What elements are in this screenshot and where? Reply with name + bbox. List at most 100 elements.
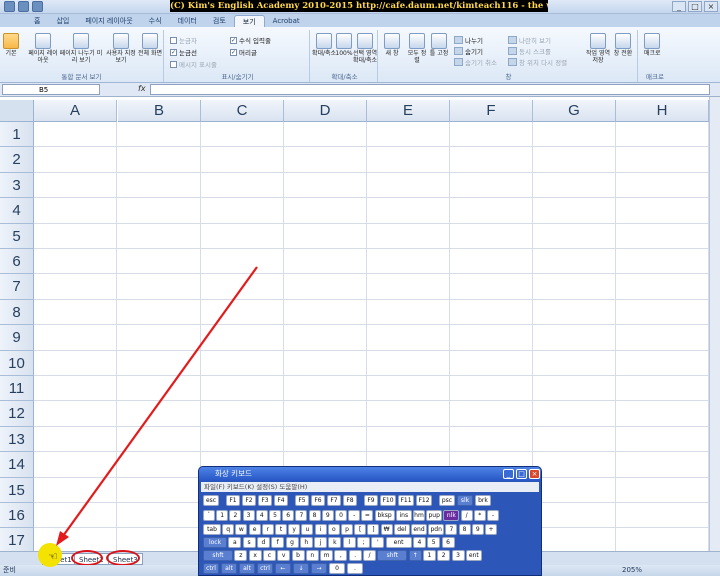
key-2-11[interactable]: [ xyxy=(354,524,367,535)
key-2-18[interactable]: 8 xyxy=(458,524,471,535)
close-button[interactable]: × xyxy=(704,1,718,12)
key-2-13[interactable]: ₩ xyxy=(380,524,393,535)
key-2-6[interactable]: y xyxy=(288,524,301,535)
key-4-10[interactable]: / xyxy=(363,550,376,561)
row-header-15[interactable]: 15 xyxy=(0,477,34,503)
key-2-2[interactable]: w xyxy=(235,524,248,535)
key-5-8[interactable]: . xyxy=(347,563,363,574)
keyboard-close-button[interactable]: × xyxy=(529,469,540,479)
key-1-6[interactable]: 6 xyxy=(282,510,295,521)
key-4-0[interactable]: shft xyxy=(203,550,233,561)
key-4-4[interactable]: v xyxy=(277,550,291,561)
side-by-side-button[interactable]: 나란히 보기 xyxy=(508,35,551,45)
key-1-1[interactable]: 1 xyxy=(216,510,229,521)
key-2-14[interactable]: del xyxy=(393,524,410,535)
key-1-18[interactable]: / xyxy=(460,510,473,521)
key-0-11[interactable]: F11 xyxy=(398,495,414,506)
fx-icon[interactable]: fx xyxy=(138,84,146,93)
key-4-1[interactable]: z xyxy=(234,550,248,561)
key-1-2[interactable]: 2 xyxy=(229,510,242,521)
tab-formulas[interactable]: 수식 xyxy=(141,15,170,27)
key-5-0[interactable]: ctrl xyxy=(203,563,219,574)
key-2-0[interactable]: tab xyxy=(203,524,221,535)
key-3-7[interactable]: j xyxy=(314,537,328,548)
undo-icon[interactable] xyxy=(18,1,29,12)
keyboard-minimize-button[interactable]: _ xyxy=(503,469,514,479)
key-5-2[interactable]: alt xyxy=(239,563,255,574)
key-3-6[interactable]: h xyxy=(299,537,313,548)
key-3-8[interactable]: k xyxy=(328,537,342,548)
formula-bar-checkbox[interactable]: ✓ 수식 입력줄 xyxy=(230,35,271,45)
key-0-4[interactable]: F4 xyxy=(274,495,288,506)
key-4-8[interactable]: , xyxy=(334,550,348,561)
key-1-13[interactable]: bksp xyxy=(374,510,395,521)
key-5-4[interactable]: ← xyxy=(275,563,291,574)
key-3-2[interactable]: s xyxy=(242,537,256,548)
key-1-19[interactable]: * xyxy=(473,510,486,521)
column-header-g[interactable]: G xyxy=(533,100,616,122)
row-header-14[interactable]: 14 xyxy=(0,452,34,478)
normal-view-button[interactable]: 기본 xyxy=(3,33,19,57)
key-3-0[interactable]: lock xyxy=(203,537,227,548)
key-2-20[interactable]: + xyxy=(485,524,497,535)
key-5-5[interactable]: ↓ xyxy=(293,563,309,574)
keyboard-maximize-button[interactable]: □ xyxy=(516,469,527,479)
tab-page-layout[interactable]: 페이지 레이아웃 xyxy=(77,15,140,27)
ruler-checkbox[interactable]: 눈금자 xyxy=(170,35,197,45)
switch-windows-button[interactable]: 창 전환 xyxy=(612,33,634,57)
key-3-12[interactable]: ent xyxy=(385,537,412,548)
key-1-8[interactable]: 8 xyxy=(308,510,321,521)
select-all-corner[interactable] xyxy=(0,100,34,122)
headings-checkbox[interactable]: ✓ 머리글 xyxy=(230,47,257,57)
key-1-4[interactable]: 4 xyxy=(255,510,268,521)
key-4-14[interactable]: 2 xyxy=(437,550,451,561)
reset-window-position-button[interactable]: 창 위치 다시 정렬 xyxy=(508,57,567,67)
page-layout-view-button[interactable]: 페이지 레이아웃 xyxy=(28,33,58,64)
tab-view[interactable]: 보기 xyxy=(233,15,265,27)
tab-acrobat[interactable]: Acrobat xyxy=(265,15,308,27)
key-2-1[interactable]: q xyxy=(222,524,235,535)
column-header-a[interactable]: A xyxy=(34,100,117,122)
row-header-17[interactable]: 17 xyxy=(0,528,34,551)
message-bar-checkbox[interactable]: 메시지 표시줄 xyxy=(170,59,217,69)
tab-review[interactable]: 검토 xyxy=(205,15,234,27)
tab-data[interactable]: 데이터 xyxy=(170,15,205,27)
key-4-9[interactable]: . xyxy=(348,550,362,561)
key-2-15[interactable]: end xyxy=(411,524,427,535)
row-header-16[interactable]: 16 xyxy=(0,503,34,529)
row-header-12[interactable]: 12 xyxy=(0,401,34,427)
zoom-100-button[interactable]: 100% xyxy=(335,33,353,57)
key-3-13[interactable]: 4 xyxy=(412,537,426,548)
full-screen-button[interactable]: 전체 화면 xyxy=(138,33,162,57)
key-1-3[interactable]: 3 xyxy=(242,510,255,521)
key-0-3[interactable]: F3 xyxy=(258,495,272,506)
key-0-14[interactable]: slk xyxy=(457,495,473,506)
minimize-button[interactable]: _ xyxy=(672,1,686,12)
save-workspace-button[interactable]: 작업 영역 저장 xyxy=(584,33,612,64)
key-4-2[interactable]: x xyxy=(248,550,262,561)
column-header-e[interactable]: E xyxy=(367,100,450,122)
key-3-11[interactable]: ' xyxy=(371,537,385,548)
key-4-13[interactable]: 1 xyxy=(422,550,436,561)
key-1-9[interactable]: 9 xyxy=(321,510,334,521)
split-button[interactable]: 나누기 xyxy=(454,35,483,45)
row-header-6[interactable]: 6 xyxy=(0,249,34,275)
keyboard-menu[interactable]: 파일(F) 키보드(K) 설정(S) 도움말(H) xyxy=(201,482,539,492)
key-0-5[interactable]: F5 xyxy=(295,495,309,506)
key-2-5[interactable]: t xyxy=(275,524,287,535)
column-header-h[interactable]: H xyxy=(616,100,709,122)
key-3-4[interactable]: f xyxy=(271,537,285,548)
key-5-7[interactable]: 0 xyxy=(329,563,345,574)
key-0-8[interactable]: F8 xyxy=(343,495,357,506)
row-header-10[interactable]: 10 xyxy=(0,350,34,376)
key-4-6[interactable]: n xyxy=(305,550,319,561)
key-2-16[interactable]: pdn xyxy=(428,524,445,535)
arrange-all-button[interactable]: 모두 정렬 xyxy=(406,33,428,64)
row-header-8[interactable]: 8 xyxy=(0,299,34,326)
key-0-1[interactable]: F1 xyxy=(226,495,240,506)
key-1-0[interactable]: ` xyxy=(203,510,215,521)
hide-button[interactable]: 숨기기 xyxy=(454,46,483,56)
key-1-17[interactable]: nlk xyxy=(443,510,460,521)
key-3-10[interactable]: ; xyxy=(357,537,370,548)
save-icon[interactable] xyxy=(4,1,15,12)
